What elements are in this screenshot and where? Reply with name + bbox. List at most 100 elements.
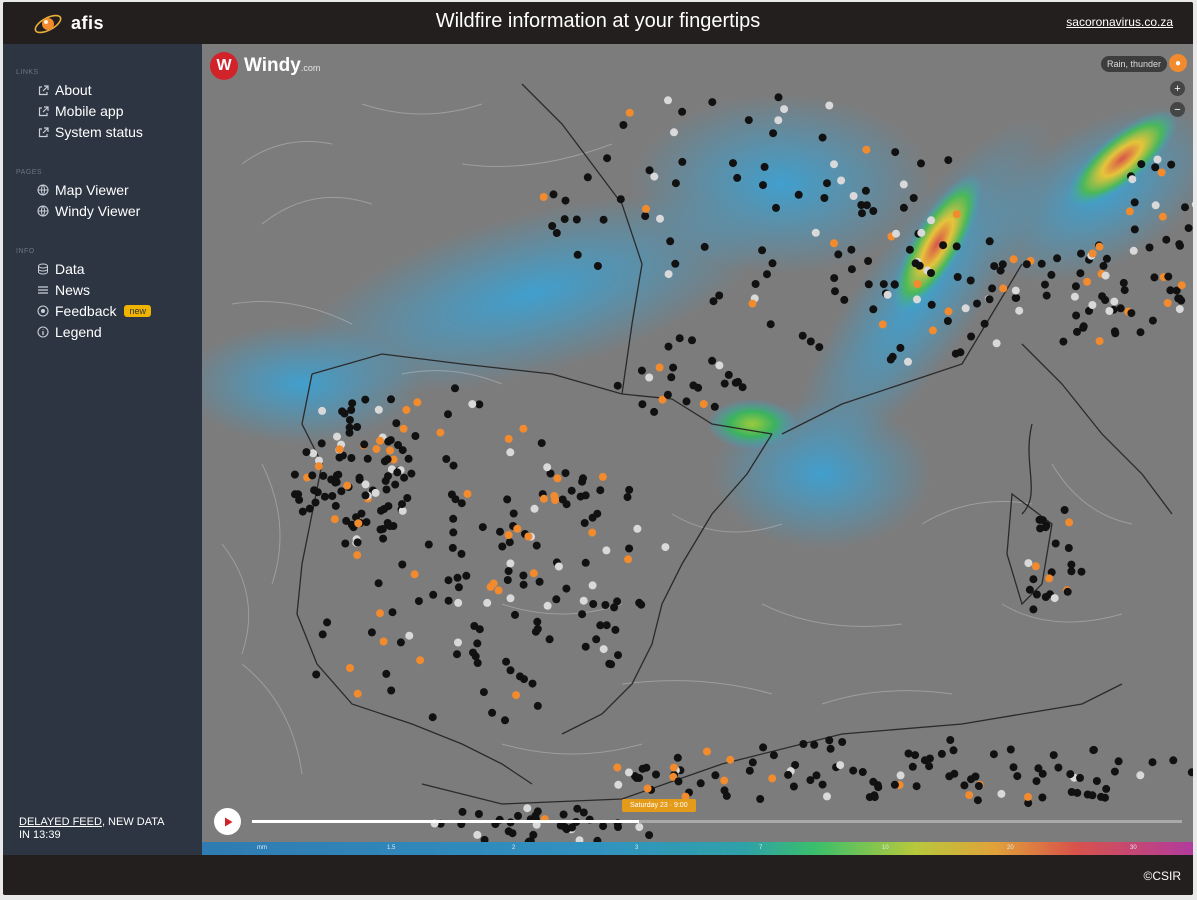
fire-marker[interactable] (883, 290, 892, 299)
fire-marker[interactable] (774, 116, 783, 125)
fire-marker[interactable] (1128, 175, 1137, 184)
fire-marker[interactable] (355, 473, 364, 482)
fire-marker[interactable] (1015, 306, 1024, 315)
fire-marker[interactable] (744, 116, 753, 125)
fire-marker[interactable] (944, 156, 953, 165)
fire-marker[interactable] (410, 570, 419, 579)
fire-marker[interactable] (398, 506, 407, 515)
fire-marker[interactable] (997, 789, 1006, 798)
fire-marker[interactable] (623, 493, 632, 502)
fire-marker[interactable] (475, 400, 484, 409)
fire-marker[interactable] (404, 454, 413, 463)
fire-marker[interactable] (1177, 281, 1186, 290)
fire-marker[interactable] (1099, 261, 1108, 270)
fire-marker[interactable] (505, 538, 514, 547)
fire-marker[interactable] (1024, 792, 1032, 801)
fire-marker[interactable] (451, 384, 459, 393)
fire-marker[interactable] (825, 736, 834, 745)
fire-marker[interactable] (469, 648, 477, 657)
fire-marker[interactable] (952, 242, 961, 251)
fire-marker[interactable] (386, 436, 395, 445)
fire-marker[interactable] (1051, 539, 1060, 548)
fire-marker[interactable] (1029, 575, 1038, 584)
fire-marker[interactable] (530, 504, 539, 513)
fire-marker[interactable] (1066, 770, 1075, 779)
fire-marker[interactable] (1129, 246, 1138, 255)
zoom-out-button[interactable]: − (1170, 102, 1185, 117)
fire-marker[interactable] (302, 448, 311, 457)
fire-marker[interactable] (348, 399, 357, 408)
fire-marker[interactable] (379, 534, 388, 543)
fire-marker[interactable] (1011, 293, 1020, 302)
fire-marker[interactable] (890, 280, 899, 289)
fire-marker[interactable] (488, 708, 497, 717)
fire-marker[interactable] (414, 597, 423, 606)
fire-marker[interactable] (533, 617, 542, 626)
fire-marker[interactable] (1116, 304, 1125, 313)
fire-marker[interactable] (1070, 292, 1079, 301)
fire-marker[interactable] (812, 771, 821, 780)
fire-marker[interactable] (768, 259, 777, 268)
fire-marker[interactable] (939, 241, 948, 250)
fire-marker[interactable] (520, 675, 528, 684)
fire-marker[interactable] (635, 823, 644, 832)
fire-marker[interactable] (869, 207, 878, 215)
fire-marker[interactable] (561, 469, 570, 478)
fire-marker[interactable] (700, 242, 709, 251)
fire-marker[interactable] (847, 245, 856, 254)
fire-marker[interactable] (667, 373, 676, 382)
fire-marker[interactable] (666, 237, 675, 246)
fire-marker[interactable] (533, 701, 542, 710)
fire-marker[interactable] (1063, 587, 1072, 596)
fire-marker[interactable] (1029, 605, 1038, 614)
fire-marker[interactable] (1025, 585, 1034, 594)
fire-marker[interactable] (583, 173, 592, 182)
sidebar-item-about[interactable]: About (37, 82, 92, 98)
fire-marker[interactable] (642, 204, 650, 213)
fire-marker[interactable] (489, 579, 498, 588)
fire-marker[interactable] (645, 166, 654, 175)
fire-marker[interactable] (523, 804, 532, 813)
fire-marker[interactable] (567, 486, 576, 495)
fire-marker[interactable] (669, 763, 678, 772)
fire-marker[interactable] (1175, 305, 1184, 314)
fire-marker[interactable] (904, 357, 912, 366)
fire-marker[interactable] (675, 334, 684, 343)
fire-marker[interactable] (519, 580, 528, 589)
fire-marker[interactable] (862, 145, 871, 154)
fire-marker[interactable] (1110, 327, 1119, 336)
fire-marker[interactable] (726, 755, 735, 764)
sidebar-item-legend[interactable]: Legend (37, 324, 102, 340)
fire-marker[interactable] (720, 379, 729, 388)
fire-marker[interactable] (834, 250, 843, 259)
fire-marker[interactable] (444, 576, 453, 585)
fire-marker[interactable] (533, 625, 542, 633)
fire-marker[interactable] (599, 645, 608, 654)
fire-marker[interactable] (374, 405, 383, 414)
fire-marker[interactable] (1009, 255, 1018, 264)
fire-marker[interactable] (830, 274, 839, 283)
fire-marker[interactable] (806, 337, 815, 346)
fire-marker[interactable] (999, 284, 1008, 293)
fire-marker[interactable] (361, 480, 370, 489)
fire-marker[interactable] (678, 107, 687, 116)
fire-marker[interactable] (601, 601, 610, 609)
fire-marker[interactable] (552, 229, 561, 237)
fire-marker[interactable] (789, 782, 798, 791)
fire-marker[interactable] (448, 543, 457, 552)
fire-marker[interactable] (457, 549, 466, 558)
fire-marker[interactable] (453, 650, 461, 659)
fire-marker[interactable] (985, 237, 994, 246)
fire-marker[interactable] (361, 491, 370, 500)
fire-marker[interactable] (457, 499, 466, 508)
fire-marker[interactable] (589, 600, 598, 608)
fire-marker[interactable] (1077, 249, 1085, 258)
fire-marker[interactable] (376, 609, 384, 618)
fire-marker[interactable] (386, 522, 394, 531)
fire-marker[interactable] (820, 194, 829, 202)
fire-marker[interactable] (915, 261, 924, 270)
fire-marker[interactable] (473, 659, 482, 667)
fire-marker[interactable] (989, 750, 998, 759)
fire-marker[interactable] (504, 434, 513, 443)
fire-marker[interactable] (920, 756, 929, 765)
